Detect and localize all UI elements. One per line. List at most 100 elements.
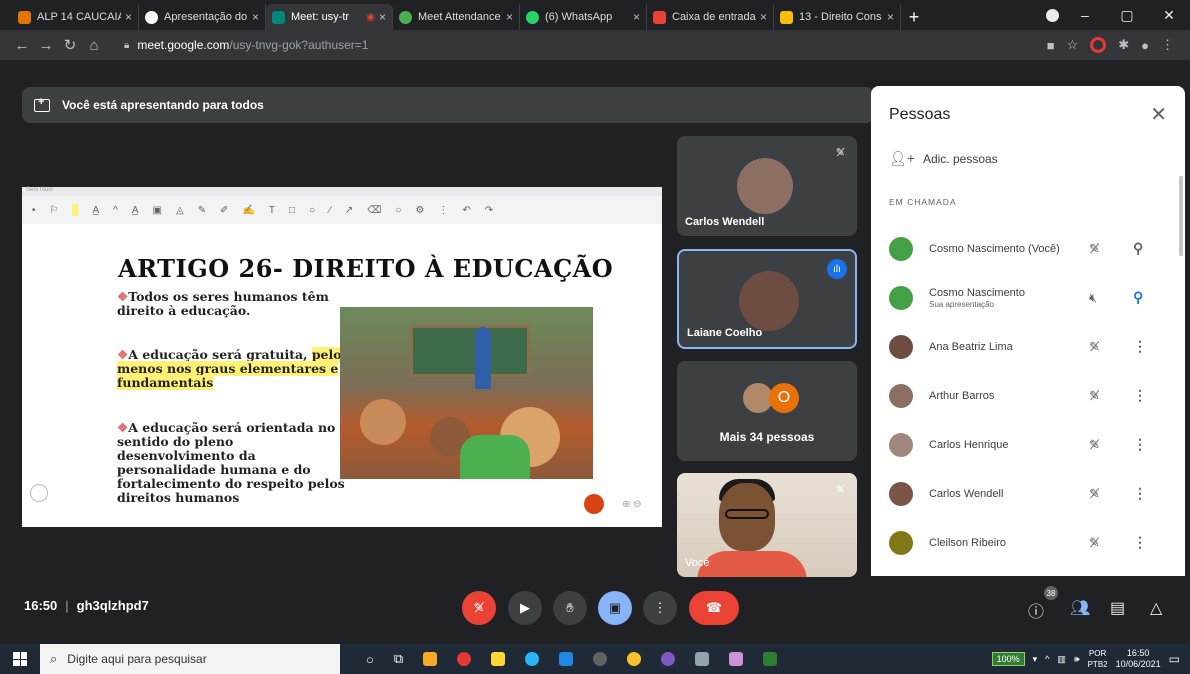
fill-icon[interactable]: ◬ [176,205,184,216]
more-icon[interactable]: ⋮ [438,205,448,216]
chat-icon[interactable]: ▤ [1110,598,1125,618]
eraser-icon[interactable]: ⌫ [367,205,381,216]
browser-tab[interactable]: 13 - Direito Cons × [774,4,901,30]
taskbar-search-field[interactable]: ⌕ Digite aqui para pesquisar [40,644,340,674]
image-icon[interactable]: ▣ [153,205,162,216]
more-options-button[interactable]: ⋮ [643,591,677,625]
undo-icon[interactable]: ↶ [462,205,470,216]
caret-icon[interactable]: ^ [113,205,118,216]
redo-icon[interactable]: ↷ [485,205,493,216]
forward-icon[interactable]: → [34,37,58,54]
volume-icon[interactable]: 🕪︎ [1074,654,1080,665]
app-icon[interactable] [661,652,676,666]
participant-row[interactable]: Cosmo Nascimento (Você) ✎̸ ⚲ [871,224,1171,273]
arrow-icon[interactable]: ↗ [345,205,353,216]
app-icon[interactable] [729,652,744,666]
present-button[interactable]: ▣ [598,591,632,625]
browser-tab[interactable]: (6) WhatsApp × [520,4,647,30]
close-tab-icon[interactable]: × [760,10,767,24]
participant-tile[interactable]: ✎̸ Carlos Wendell [677,136,857,236]
close-tab-icon[interactable]: × [506,10,513,24]
browser-tab[interactable]: Meet Attendance × [393,4,520,30]
highlighter-icon[interactable] [72,204,79,216]
app-icon[interactable] [525,652,540,666]
close-panel-icon[interactable]: ✕ [1150,102,1167,127]
slide-nav-control[interactable] [30,484,48,502]
marker-icon[interactable]: ✐ [220,205,228,216]
close-tab-icon[interactable]: × [252,10,259,24]
excel-icon[interactable] [763,652,778,666]
rectangle-icon[interactable]: □ [289,205,295,216]
close-tab-icon[interactable]: × [633,10,640,24]
maximize-button[interactable]: ▢ [1106,0,1148,30]
camera-toggle-button[interactable]: ▶ [508,591,542,625]
raise-hand-button[interactable]: ✋︎ [553,591,587,625]
stop-presenting-pin-icon[interactable]: ⚲ [1133,289,1143,306]
camera-permission-icon[interactable]: ■ [1047,38,1055,53]
word-icon[interactable] [559,652,574,666]
browser-menu-icon[interactable]: ⋮ [1161,37,1174,53]
line-icon[interactable]: ∕ [329,205,331,216]
mic-toggle-button[interactable]: ✎̸ [462,591,496,625]
settings-icon[interactable]: ⚙ [415,205,424,216]
participant-row[interactable]: Cleilson Ribeiro ✎̸ ⋮ [871,518,1171,567]
more-options-icon[interactable]: ⋮ [1133,387,1147,404]
battery-indicator[interactable]: 100% [991,652,1025,666]
meeting-details-icon[interactable]: ⓘ [1028,598,1044,622]
profile-icon[interactable] [1046,9,1059,22]
pen-icon[interactable]: ✎ [198,205,206,216]
panel-scrollbar[interactable] [1179,176,1183,256]
cursor-icon[interactable]: • [32,205,36,216]
more-options-icon[interactable]: ⋮ [1133,338,1147,355]
app-icon[interactable] [695,652,710,666]
underline-icon[interactable]: A̲ [92,205,99,216]
tray-app-icon[interactable]: ▾ [1033,654,1038,665]
bookmark-star-icon[interactable]: ☆ [1067,37,1079,53]
cortana-icon[interactable]: ○ [366,652,374,667]
participant-row[interactable]: Carlos Wendell ✎̸ ⋮ [871,469,1171,518]
close-tab-icon[interactable]: × [887,10,894,24]
extensions-icon[interactable]: ✱ [1118,37,1129,53]
task-view-icon[interactable]: ⧉ [394,651,403,667]
text-tool-icon[interactable]: T [269,205,275,216]
add-people-button[interactable]: 👤︎+ Adic. pessoas [889,150,998,167]
minimize-button[interactable]: – [1064,0,1106,30]
chrome-icon[interactable] [627,652,642,666]
url-field[interactable]: 🔒︎ meet.google.com /usy-tnvg-gok?authuse… [114,33,1039,57]
opera-extension-icon[interactable] [1090,37,1107,53]
brush-icon[interactable]: ✍ [242,205,254,216]
stop-icon[interactable]: ○ [395,205,401,216]
close-tab-icon[interactable]: × [125,10,132,24]
participant-row[interactable]: Cosmo Nascimento Sua apresentação 🔇︎ ⚲ [871,273,1171,322]
leave-call-button[interactable]: ☎ [689,591,739,625]
browser-tab[interactable]: Caixa de entrada × [647,4,774,30]
more-participants-tile[interactable]: O Mais 34 pessoas [677,361,857,461]
app-icon[interactable] [423,652,438,666]
participant-row[interactable]: Carlos Henrique ✎̸ ⋮ [871,420,1171,469]
ellipse-icon[interactable]: ○ [309,205,315,216]
show-hidden-icons[interactable]: ^ [1045,654,1049,664]
browser-tab[interactable]: ALP 14 CAUCAIA × [12,4,139,30]
back-icon[interactable]: ← [10,37,34,54]
browser-tab[interactable]: Apresentação do × [139,4,266,30]
app-icon[interactable] [593,652,608,666]
profile-avatar-icon[interactable]: ● [1141,38,1149,53]
browser-tab-active[interactable]: Meet: usy-tr ◉ × [266,4,393,30]
participant-row[interactable]: Arthur Barros ✎̸ ⋮ [871,371,1171,420]
pointer-icon[interactable]: ⚐ [50,205,59,216]
zoom-controls[interactable]: ⊕ ⊖ [622,499,642,510]
participant-tile-speaking[interactable]: ılı Laiane Coelho [677,249,857,349]
more-options-icon[interactable]: ⋮ [1133,485,1147,502]
close-tab-icon[interactable]: × [379,10,386,24]
pin-icon[interactable]: ⚲ [1133,240,1143,257]
self-video-tile[interactable]: ✎̸ Você [677,473,857,577]
opera-app-icon[interactable] [457,652,472,666]
new-tab-button[interactable]: + [901,4,927,30]
start-button[interactable] [0,644,40,674]
reload-icon[interactable]: ↻ [58,36,82,54]
more-options-icon[interactable]: ⋮ [1133,436,1147,453]
system-clock[interactable]: 16:50 10/06/2021 [1116,648,1161,670]
close-window-button[interactable]: ✕ [1148,0,1190,30]
network-icon[interactable]: ▥ [1057,654,1066,665]
home-icon[interactable]: ⌂ [82,37,106,54]
